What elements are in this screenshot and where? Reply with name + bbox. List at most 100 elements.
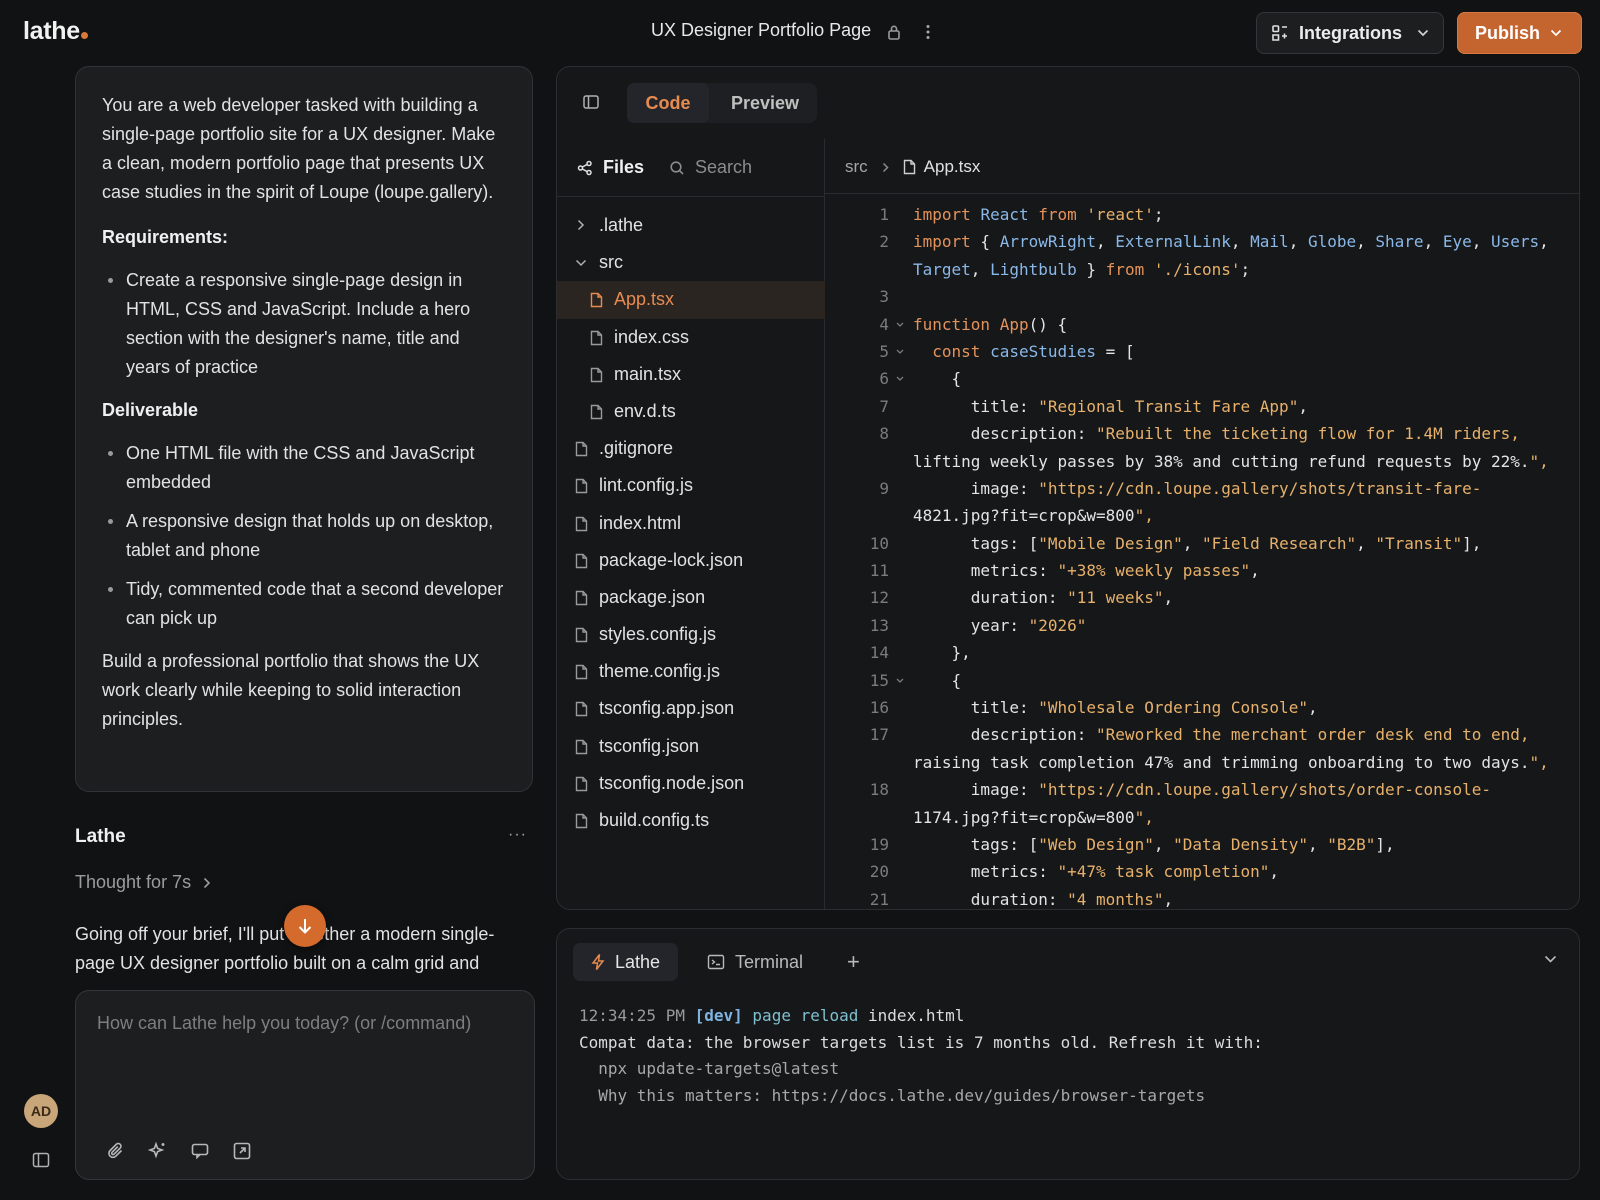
- code-line[interactable]: 19 tags: ["Web Design", "Data Density", …: [825, 831, 1579, 858]
- message-more-button[interactable]: ···: [508, 826, 527, 844]
- file-tree-item[interactable]: package-lock.json: [557, 542, 825, 579]
- code-line[interactable]: 16 title: "Wholesale Ordering Console",: [825, 694, 1579, 721]
- file-explorer: Files Search .lathe src App.tsx index.css ma…: [557, 139, 825, 909]
- code-line[interactable]: 9 image: "https://cdn.loupe.gallery/shot…: [825, 475, 1579, 502]
- integrations-icon: [1271, 24, 1289, 42]
- code-line[interactable]: 11 metrics: "+38% weekly passes",: [825, 557, 1579, 584]
- code-text: description: "Rebuilt the ticketing flow…: [913, 424, 1520, 444]
- breadcrumb-file[interactable]: App.tsx: [903, 157, 980, 177]
- terminal-output: 12:34:25 PM [dev] page reload index.html…: [579, 1003, 1263, 1109]
- file-tree-item[interactable]: .gitignore: [557, 430, 825, 467]
- code-line[interactable]: 3: [825, 283, 1579, 310]
- list-item: Create a responsive single-page design i…: [102, 266, 506, 382]
- folder-tree-item[interactable]: src: [557, 244, 825, 281]
- files-tab[interactable]: Files: [577, 157, 644, 178]
- tree-item-label: index.html: [599, 512, 682, 533]
- code-line[interactable]: 18 image: "https://cdn.loupe.gallery/sho…: [825, 776, 1579, 803]
- file-tree-item[interactable]: tsconfig.app.json: [557, 690, 825, 727]
- file-tree-item[interactable]: theme.config.js: [557, 653, 825, 690]
- file-icon: [575, 441, 588, 457]
- code-line[interactable]: 14 },: [825, 639, 1579, 666]
- chevron-down-icon[interactable]: [1544, 955, 1557, 963]
- tab-code[interactable]: Code: [627, 83, 709, 123]
- tab-terminal[interactable]: Terminal: [689, 943, 821, 981]
- code-line[interactable]: 20 metrics: "+47% task completion",: [825, 858, 1579, 885]
- lock-icon[interactable]: [887, 24, 901, 40]
- folder-tree-item[interactable]: .lathe: [557, 207, 825, 244]
- terminal-line: npx update-targets@latest: [579, 1059, 840, 1078]
- file-icon: [575, 813, 588, 829]
- open-external-icon[interactable]: [232, 1141, 252, 1161]
- paperclip-icon[interactable]: [106, 1141, 126, 1161]
- fold-chevron-icon[interactable]: [895, 338, 905, 365]
- code-line[interactable]: 4 function App() {: [825, 311, 1579, 338]
- code-line[interactable]: 21 duration: "4 months",: [825, 886, 1579, 909]
- user-prompt-card: You are a web developer tasked with buil…: [75, 66, 533, 792]
- publish-button[interactable]: Publish: [1457, 12, 1582, 54]
- file-tree-item[interactable]: App.tsx: [557, 281, 825, 319]
- code-line[interactable]: 6 {: [825, 365, 1579, 392]
- file-icon: [575, 739, 588, 755]
- code-line[interactable]: Target, Lightbulb } from './icons';: [825, 256, 1579, 283]
- code-line[interactable]: 13 year: "2026": [825, 612, 1579, 639]
- code-line[interactable]: 10 tags: ["Mobile Design", "Field Resear…: [825, 530, 1579, 557]
- line-number: 21: [869, 889, 889, 909]
- file-tree-item[interactable]: tsconfig.node.json: [557, 765, 825, 802]
- code-line[interactable]: 2 import { ArrowRight, ExternalLink, Mail…: [825, 228, 1579, 255]
- code-text: import React from 'react';: [913, 205, 1164, 224]
- tree-item-label: package-lock.json: [599, 549, 744, 570]
- breadcrumb-folder[interactable]: src: [845, 157, 868, 177]
- tree-item-label: tsconfig.node.json: [599, 772, 745, 793]
- list-item: A responsive design that holds up on des…: [102, 507, 506, 565]
- sidebar-toggle-icon[interactable]: [32, 1152, 50, 1168]
- prompt-intro: You are a web developer tasked with buil…: [102, 95, 496, 202]
- scroll-to-bottom-button[interactable]: [284, 905, 326, 947]
- line-number: 1: [879, 205, 889, 224]
- code-line[interactable]: 1174.jpg?fit=crop&w=800",: [825, 804, 1579, 831]
- line-number: 19: [869, 834, 889, 854]
- code-line[interactable]: 17 description: "Reworked the merchant o…: [825, 721, 1579, 748]
- code-line[interactable]: 7 title: "Regional Transit Fare App",: [825, 393, 1579, 420]
- integrations-button[interactable]: Integrations: [1256, 12, 1444, 54]
- file-tree-item[interactable]: env.d.ts: [557, 393, 825, 430]
- file-tree-item[interactable]: main.tsx: [557, 356, 825, 393]
- file-tree-item[interactable]: index.html: [557, 505, 825, 542]
- code-line[interactable]: 1 import React from 'react';: [825, 201, 1579, 228]
- code-line[interactable]: 8 description: "Rebuilt the ticketing fl…: [825, 420, 1579, 447]
- chat-icon[interactable]: [190, 1141, 210, 1161]
- add-tab-button[interactable]: +: [847, 949, 860, 975]
- file-tree-item[interactable]: lint.config.js: [557, 467, 825, 504]
- fold-chevron-icon[interactable]: [895, 365, 905, 392]
- list-item: Tidy, commented code that a second devel…: [102, 575, 506, 633]
- file-icon: [575, 516, 588, 532]
- code-line[interactable]: 5 const caseStudies = [: [825, 338, 1579, 365]
- code-line[interactable]: 12 duration: "11 weeks",: [825, 584, 1579, 611]
- file-tree-item[interactable]: package.json: [557, 579, 825, 616]
- files-label: Files: [603, 157, 645, 177]
- file-search[interactable]: Search: [669, 157, 752, 178]
- file-tree-item[interactable]: tsconfig.json: [557, 728, 825, 765]
- file-tree-item[interactable]: build.config.ts: [557, 802, 825, 839]
- user-avatar[interactable]: AD: [24, 1094, 58, 1128]
- code-line[interactable]: 15 {: [825, 667, 1579, 694]
- message-composer[interactable]: How can Lathe help you today? (or /comma…: [75, 990, 535, 1180]
- code-line[interactable]: lifting weekly passes by 38% and cutting…: [825, 448, 1579, 475]
- file-tree-item[interactable]: index.css: [557, 319, 825, 356]
- code-line[interactable]: raising task completion 47% and trimming…: [825, 749, 1579, 776]
- composer-input[interactable]: How can Lathe help you today? (or /comma…: [97, 1013, 471, 1034]
- line-number: 4: [879, 314, 889, 334]
- document-title[interactable]: UX Designer Portfolio Page: [651, 20, 871, 41]
- tab-preview[interactable]: Preview: [715, 83, 815, 123]
- panel-toggle-icon[interactable]: [583, 95, 599, 109]
- app-logo[interactable]: lathe: [23, 17, 88, 46]
- fold-chevron-icon[interactable]: [895, 311, 905, 338]
- file-tree-item[interactable]: styles.config.js: [557, 616, 825, 653]
- more-vertical-icon[interactable]: [925, 24, 931, 40]
- sparkle-icon[interactable]: [148, 1141, 168, 1161]
- tab-lathe[interactable]: Lathe: [573, 943, 679, 981]
- fold-chevron-icon[interactable]: [895, 667, 905, 694]
- thought-toggle[interactable]: Thought for 7s: [75, 872, 211, 893]
- code-editor[interactable]: 1 import React from 'react'; 2 import { Arr…: [825, 201, 1579, 909]
- code-line[interactable]: 4821.jpg?fit=crop&w=800",: [825, 502, 1579, 529]
- composer-toolbar: [106, 1141, 252, 1161]
